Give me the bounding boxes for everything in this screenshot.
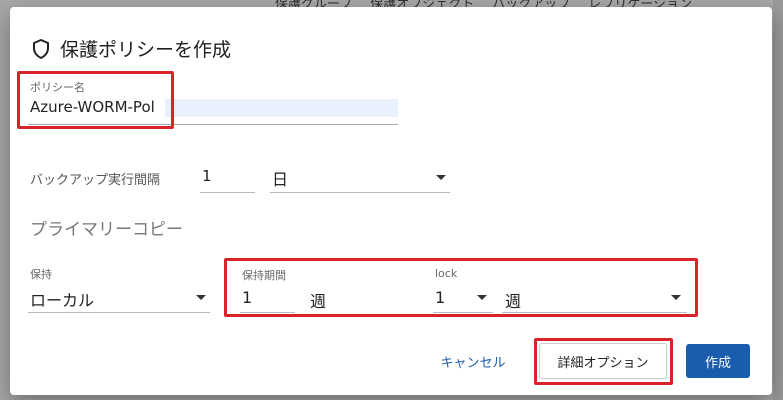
backup-interval-input[interactable]: 1 <box>202 167 212 185</box>
cancel-button[interactable]: キャンセル <box>428 350 518 372</box>
retention-select[interactable]: ローカル <box>30 287 94 311</box>
backup-interval-unit-select[interactable]: 日 <box>272 166 288 190</box>
create-button[interactable]: 作成 <box>686 344 750 378</box>
retention-underline <box>28 312 210 313</box>
backup-interval-underline <box>200 192 255 193</box>
dialog-title: 保護ポリシーを作成 <box>60 39 232 61</box>
policy-name-autofill-bg <box>165 99 398 117</box>
shield-icon <box>32 38 50 59</box>
backup-interval-label: バックアップ実行間隔 <box>30 173 161 188</box>
chevron-down-icon[interactable] <box>196 295 206 300</box>
dialog-header: 保護ポリシーを作成 <box>32 35 231 62</box>
retention-label: 保持 <box>30 268 52 281</box>
primary-copy-heading: プライマリーコピー <box>30 220 183 240</box>
highlight-advanced-options <box>534 338 673 385</box>
chevron-down-icon[interactable] <box>436 175 446 180</box>
backup-interval-unit-underline <box>270 192 450 193</box>
highlight-retention-lock <box>224 258 698 317</box>
create-policy-dialog: 保護ポリシーを作成 ポリシー名 Azure-WORM-Pol バックアップ実行間… <box>10 7 772 395</box>
highlight-policy-name <box>17 71 174 129</box>
